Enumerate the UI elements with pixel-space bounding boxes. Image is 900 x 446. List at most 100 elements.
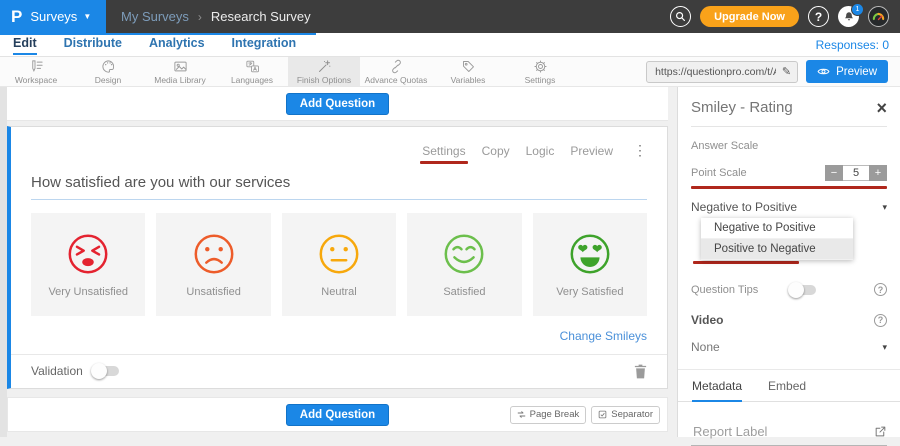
content-area: Add Question Settings Copy Logic Preview… xyxy=(0,87,900,437)
toolbar-item-advance-quotas[interactable]: Advance Quotas xyxy=(360,57,432,86)
question-tips-toggle[interactable] xyxy=(790,285,816,295)
breadcrumb-my-surveys[interactable]: My Surveys xyxy=(121,9,189,24)
survey-url-input[interactable] xyxy=(653,65,778,79)
validation-toggle[interactable] xyxy=(93,366,119,376)
toolbar-item-languages[interactable]: Languages xyxy=(216,57,288,86)
point-scale-label: Point Scale xyxy=(691,167,747,179)
nav-tab-edit[interactable]: Edit xyxy=(13,34,37,55)
question-tips-row: Question Tips ? xyxy=(691,283,887,296)
change-smileys-link[interactable]: Change Smileys xyxy=(31,329,647,343)
header-actions: Upgrade Now ? 1 xyxy=(670,6,900,27)
survey-editor-main: Add Question Settings Copy Logic Preview… xyxy=(7,87,677,437)
validation-row: Validation xyxy=(31,355,647,387)
report-label-row xyxy=(691,423,887,446)
question-tips-help-icon[interactable]: ? xyxy=(874,283,887,296)
smiley-neutral-icon xyxy=(316,231,362,277)
chevron-down-icon: ▾ xyxy=(882,342,887,353)
gauge-avatar-image xyxy=(870,8,887,25)
survey-url-box: ✎ xyxy=(646,61,798,83)
video-help-icon[interactable]: ? xyxy=(874,314,887,327)
breadcrumb-current-survey: Research Survey xyxy=(211,9,311,24)
left-scrollbar[interactable] xyxy=(0,87,7,437)
panel-title: Smiley - Rating xyxy=(691,99,793,116)
product-menu-label: Surveys xyxy=(30,9,77,24)
upgrade-now-button[interactable]: Upgrade Now xyxy=(700,6,799,27)
nav-tab-distribute[interactable]: Distribute xyxy=(64,34,122,55)
panel-tabs: Metadata Embed xyxy=(678,370,900,402)
nav-tab-analytics[interactable]: Analytics xyxy=(149,34,205,55)
tab-metadata[interactable]: Metadata xyxy=(692,379,742,402)
question-tips-label: Question Tips xyxy=(691,284,758,296)
question-tab-copy[interactable]: Copy xyxy=(482,144,510,163)
close-icon[interactable]: × xyxy=(876,101,887,115)
video-select[interactable]: None ▾ xyxy=(691,340,887,354)
search-icon xyxy=(675,11,686,22)
annotation-underline-point-scale xyxy=(691,186,887,189)
smiley-option-satisfied[interactable]: Satisfied xyxy=(407,213,521,316)
preview-button[interactable]: Preview xyxy=(806,60,888,83)
finish-options-wand-icon xyxy=(317,59,332,74)
point-scale-stepper: − 5 + xyxy=(825,165,887,181)
toolbar-item-media-library[interactable]: Media Library xyxy=(144,57,216,86)
smiley-option-unsatisfied[interactable]: Unsatisfied xyxy=(156,213,270,316)
toolbar-item-finish-options[interactable]: Finish Options xyxy=(288,57,360,86)
video-label: Video xyxy=(691,313,723,327)
smiley-option-neutral[interactable]: Neutral xyxy=(282,213,396,316)
smiley-very-unsatisfied-icon xyxy=(65,231,111,277)
kebab-menu-icon[interactable]: ⋮ xyxy=(633,142,647,164)
notification-badge: 1 xyxy=(851,3,864,16)
toolbar-item-settings[interactable]: Settings xyxy=(504,57,576,86)
advance-quotas-link-icon xyxy=(389,59,404,74)
responses-count[interactable]: Responses: 0 xyxy=(816,38,900,52)
toolbar-item-workspace[interactable]: Workspace xyxy=(0,57,72,86)
annotation-underline-settings xyxy=(420,161,467,164)
toolbar-item-design[interactable]: Design xyxy=(72,57,144,86)
annotation-underline-option xyxy=(693,261,799,264)
scale-direction-select[interactable]: Negative to Positive ▾ xyxy=(691,200,887,218)
settings-gear-icon xyxy=(533,59,548,74)
launch-icon[interactable] xyxy=(874,425,887,438)
help-button[interactable]: ? xyxy=(808,6,829,27)
trash-icon[interactable] xyxy=(634,364,647,379)
edit-toolbar: Workspace Design Media Library Languages xyxy=(0,57,900,87)
question-title-underline xyxy=(31,199,647,200)
scale-direction-value: Negative to Positive xyxy=(691,200,797,214)
panel-header: Smiley - Rating × xyxy=(691,99,887,116)
progress-bar xyxy=(0,33,316,35)
question-tab-logic[interactable]: Logic xyxy=(526,144,555,163)
smiley-option-very-satisfied[interactable]: Very Satisfied xyxy=(533,213,647,316)
toolbar-item-variables[interactable]: Variables xyxy=(432,57,504,86)
nav-tab-integration[interactable]: Integration xyxy=(232,34,297,55)
search-button[interactable] xyxy=(670,6,691,27)
smiley-very-satisfied-icon xyxy=(567,231,613,277)
menu-option-negative-to-positive[interactable]: Negative to Positive xyxy=(701,218,853,239)
video-row: Video ? xyxy=(691,313,887,327)
increase-button[interactable]: + xyxy=(869,165,887,181)
report-label-input[interactable] xyxy=(691,423,874,440)
smiley-unsatisfied-icon xyxy=(191,231,237,277)
add-question-button-top[interactable]: Add Question xyxy=(286,93,389,115)
notifications-button[interactable]: 1 xyxy=(838,6,859,27)
add-question-bottom-bar: Add Question Page Break Separator xyxy=(7,397,668,432)
product-menu[interactable]: P Surveys ▼ xyxy=(0,0,106,33)
separator-button[interactable]: Separator xyxy=(591,406,660,424)
question-tab-settings[interactable]: Settings xyxy=(422,144,465,163)
point-scale-value[interactable]: 5 xyxy=(843,165,869,181)
chevron-down-icon: ▾ xyxy=(882,202,887,213)
page-break-button[interactable]: Page Break xyxy=(510,406,587,424)
smiley-row: Very Unsatisfied Unsatisfied xyxy=(31,213,647,316)
decrease-button[interactable]: − xyxy=(825,165,843,181)
avatar[interactable] xyxy=(868,6,889,27)
answer-scale-label: Answer Scale xyxy=(691,140,887,152)
add-question-button-bottom[interactable]: Add Question xyxy=(286,404,389,426)
tab-embed[interactable]: Embed xyxy=(768,379,806,401)
smiley-option-very-unsatisfied[interactable]: Very Unsatisfied xyxy=(31,213,145,316)
workspace-icon xyxy=(29,59,44,74)
edit-url-pencil-icon[interactable]: ✎ xyxy=(782,65,791,78)
menu-option-positive-to-negative[interactable]: Positive to Negative xyxy=(701,239,853,260)
question-tab-preview[interactable]: Preview xyxy=(570,144,613,163)
separator-checkbox-icon xyxy=(598,410,607,419)
validation-label: Validation xyxy=(31,364,83,378)
question-title[interactable]: How satisfied are you with our services xyxy=(31,174,647,191)
add-question-top-bar: Add Question xyxy=(7,87,668,121)
